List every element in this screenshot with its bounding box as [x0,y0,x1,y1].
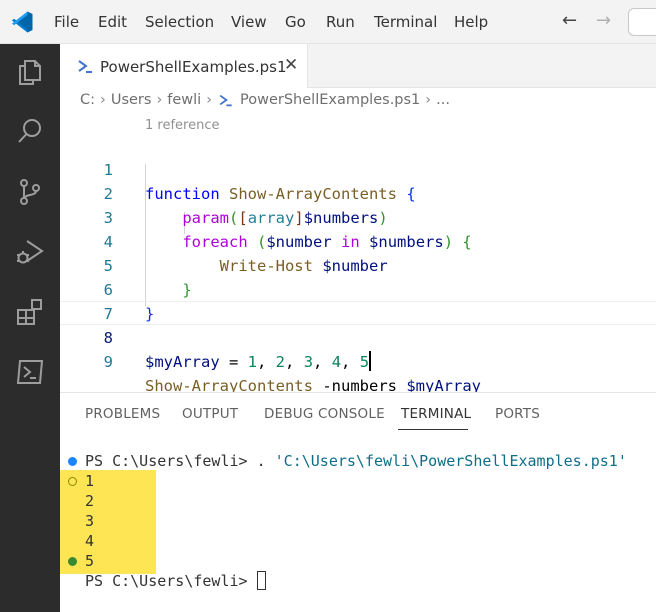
terminal-prompt: PS C:\Users\fewli> [85,572,248,590]
editor-tab-bar: PowerShellExamples.ps1 ✕ [60,44,656,88]
menu-help[interactable]: Help [454,13,488,31]
powershell-icon[interactable] [14,356,46,388]
menu-terminal[interactable]: Terminal [374,13,437,31]
menu-file[interactable]: File [54,13,79,31]
code-line-5: 5 } [60,230,656,299]
terminal-output-line: 5 [85,552,95,570]
code-token: 1 [247,353,257,371]
code-token: = [219,353,248,371]
search-icon[interactable] [14,116,46,148]
terminal-output-line: 1 [85,472,95,490]
terminal-prompt: PS C:\Users\fewli> [85,452,248,470]
breadcrumb-symbols[interactable]: ... [436,92,450,108]
code-token: , [257,353,276,371]
breadcrumb-separator: › [156,92,163,108]
code-line-6: 6 } [60,254,656,323]
code-token: 3 [303,353,314,371]
active-tab-underline [398,429,468,430]
tab-label: PowerShellExamples.ps1 [100,58,287,76]
extensions-icon[interactable] [14,296,46,328]
code-line-8: 8 $myArray = 1, 2, 3, 4, 5 [60,301,656,371]
terminal-cursor [256,571,266,590]
powershell-file-icon [78,60,92,73]
terminal-command-path: 'C:\Users\fewli\PowerShellExamples.ps1' [274,452,627,470]
line-number: 9 [103,353,113,371]
terminal-output-line: 3 [85,512,95,530]
tab-problems[interactable]: PROBLEMS [85,406,160,422]
breadcrumb-fewli[interactable]: fewli [167,92,201,108]
terminal-output-line: 4 [85,532,95,550]
tab-ports[interactable]: PORTS [495,406,540,422]
code-token: , [285,353,304,371]
command-success-dot [68,457,77,466]
tab-powershell-examples[interactable]: PowerShellExamples.ps1 ✕ [60,44,308,88]
terminal-line-prompt[interactable]: PS C:\Users\fewli> [85,571,266,591]
breadcrumb-file[interactable]: PowerShellExamples.ps1 [240,92,420,108]
breadcrumb-separator: › [100,92,106,108]
menu-edit[interactable]: Edit [98,13,127,31]
code-line-7: 7 [60,278,656,323]
breadcrumb: C: › Users › fewli › PowerShellExamples.ps1 ›..… [80,92,450,114]
close-icon[interactable]: ✕ [284,55,298,75]
code-token: , [341,353,360,371]
codelens-references[interactable]: 1 reference [145,118,219,133]
code-token: 4 [331,353,342,371]
menu-selection[interactable]: Selection [145,13,214,31]
tab-debug-console[interactable]: DEBUG CONSOLE [264,406,385,422]
vscode-logo-icon[interactable] [10,10,34,34]
code-token: , [313,353,332,371]
title-bar: File Edit Selection View Go Run Terminal… [0,0,656,44]
breadcrumb-users[interactable]: Users [111,92,152,108]
explorer-icon[interactable] [14,56,46,88]
code-line-4: 4 Write-Host $number [60,206,656,275]
terminal-command: . [247,452,275,470]
tab-terminal[interactable]: TERMINAL [401,406,471,422]
code-line-3: 3 foreach ($number in $numbers) { [60,182,656,251]
code-line-2: 2 param([array]$numbers) [60,158,656,227]
menu-run[interactable]: Run [326,13,355,31]
menu-go[interactable]: Go [285,13,306,31]
command-decoration-green-dot [68,557,77,566]
code-token: 2 [275,353,286,371]
menu-view[interactable]: View [231,13,267,31]
tab-output[interactable]: OUTPUT [182,406,238,422]
code-token: $myArray [145,353,220,371]
powershell-file-icon [219,94,232,107]
code-token: 5 [359,353,370,371]
code-line-9: 9 Show-ArrayContents -numbers $myArray [60,326,656,395]
activity-bar [0,44,60,612]
command-decoration-empty-dot [68,477,77,486]
code-line-1: 1 function Show-ArrayContents { [60,134,656,203]
terminal-output-line: 2 [85,492,95,510]
breadcrumb-separator: › [206,92,213,108]
code-editor[interactable]: 1 reference 1 function Show-ArrayContent… [60,114,656,395]
forward-arrow-icon[interactable]: → [596,10,611,31]
text-cursor [369,351,372,371]
breadcrumb-drive[interactable]: C: [80,92,95,108]
run-debug-icon[interactable] [14,236,46,268]
command-center[interactable] [628,8,656,36]
source-control-icon[interactable] [14,176,46,208]
back-arrow-icon[interactable]: ← [562,10,577,31]
terminal-line-command[interactable]: PS C:\Users\fewli> . 'C:\Users\fewli\Pow… [85,451,627,471]
breadcrumb-separator: › [425,92,432,108]
bottom-panel: PROBLEMS OUTPUT DEBUG CONSOLE TERMINAL P… [60,392,656,612]
